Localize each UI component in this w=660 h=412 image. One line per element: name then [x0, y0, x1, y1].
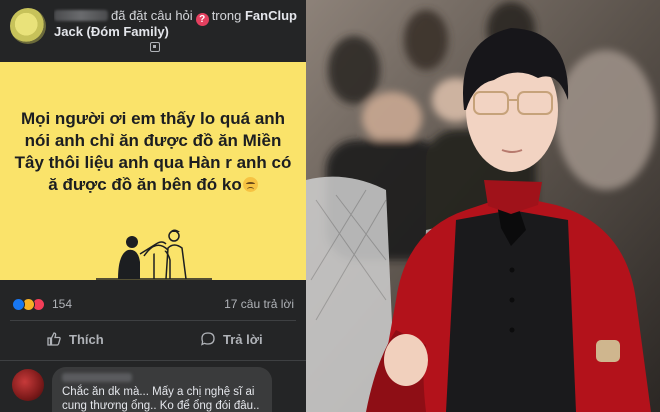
- group-name-link-continued[interactable]: Jack (Đóm Family): [54, 24, 169, 40]
- reply-button[interactable]: Trả lời: [200, 327, 263, 351]
- post-header: đã đặt câu hỏi? trong FanClup Jack (Đóm F…: [0, 0, 306, 58]
- comment-item: Chắc ăn dk mà... Mấy a chị nghệ sĩ ai cu…: [0, 360, 306, 412]
- people-illustration-icon: [96, 229, 212, 280]
- sad-face-icon: [242, 177, 258, 192]
- poster-name-blurred[interactable]: [54, 10, 108, 21]
- artist-photo: [306, 0, 660, 412]
- like-reaction-icon: [12, 298, 25, 311]
- question-badge-icon: ?: [195, 13, 209, 26]
- reply-button-label: Trả lời: [223, 331, 263, 347]
- like-button-label: Thích: [69, 331, 104, 347]
- facebook-group-post: đã đặt câu hỏi? trong FanClup Jack (Đóm F…: [0, 0, 306, 412]
- commenter-name-blurred[interactable]: [62, 373, 132, 382]
- comment-bubble[interactable]: Chắc ăn dk mà... Mấy a chị nghệ sĩ ai cu…: [52, 367, 272, 412]
- question-card[interactable]: Mọi người ơi em thấy lo quá anh nói anh …: [0, 62, 306, 280]
- post-action-text: đã đặt câu hỏi: [111, 8, 193, 23]
- like-button[interactable]: Thích: [46, 327, 104, 351]
- thumbs-up-icon: [47, 332, 61, 346]
- poster-avatar[interactable]: [10, 8, 46, 44]
- answer-count[interactable]: 17 câu trả lời: [224, 297, 294, 311]
- question-text: Mọi người ơi em thấy lo quá anh nói anh …: [14, 108, 292, 196]
- reaction-count[interactable]: 154: [52, 297, 72, 311]
- comment-text: Chắc ăn dk mà... Mấy a chị nghệ sĩ ai cu…: [62, 386, 260, 412]
- post-action-bar: Thích Trả lời: [10, 320, 296, 356]
- post-in-text: trong: [211, 8, 242, 23]
- group-name-link[interactable]: FanClup: [245, 8, 297, 23]
- commenter-avatar[interactable]: [12, 369, 44, 401]
- reactions-bar[interactable]: 154 17 câu trả lời: [0, 292, 306, 316]
- speech-bubble-icon: [201, 332, 215, 346]
- group-privacy-icon: [150, 42, 160, 52]
